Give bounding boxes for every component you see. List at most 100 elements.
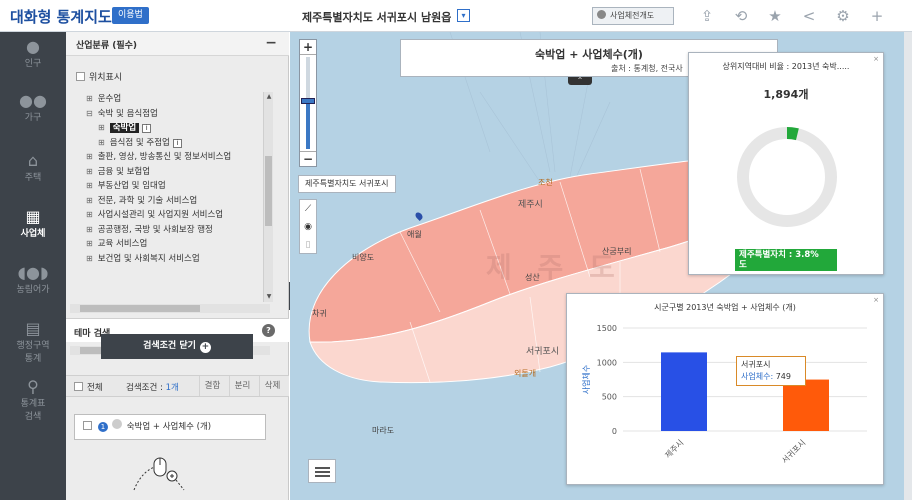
chart-tooltip: 서귀포시 사업체수: 749 <box>736 356 806 386</box>
tree-item[interactable]: ⊞ 보건업 및 사회복지 서비스업 <box>86 252 266 267</box>
checkbox-icon[interactable] <box>74 382 83 391</box>
tree-item[interactable]: ⊞ 전문, 과학 및 기술 서비스업 <box>86 194 266 209</box>
x-tick-label: 서귀포시 <box>780 437 808 465</box>
combine-button[interactable]: 결합 <box>199 376 225 396</box>
condition-item[interactable]: 1 숙박업 + 사업체수 (개) <box>74 414 266 440</box>
rail-item-population[interactable]: ● 인구 <box>0 37 66 70</box>
expand-icon[interactable]: ⊞ <box>86 208 95 223</box>
pin-icon[interactable]: ◉ <box>300 218 316 236</box>
map-label-jocheon: 조천 <box>538 178 553 187</box>
right-edge-bar <box>904 32 912 500</box>
y-axis-label: 사업체수 <box>581 365 591 394</box>
tree-hscrollbar[interactable] <box>70 304 270 313</box>
expand-icon[interactable]: ⊞ <box>86 237 95 252</box>
expand-icon[interactable]: ⊞ <box>86 165 95 180</box>
rail-item-farm[interactable]: ◖●◗ 농림어가 <box>0 263 66 296</box>
info-source: 출처 : 통계청, 전국사 <box>611 64 683 73</box>
map-type-button[interactable]: 사업체전개도 <box>592 7 674 25</box>
zoom-handle[interactable] <box>301 98 315 104</box>
left-rail: ● 인구 ●● 가구 ⌂ 주택 ▦ 사업체 ◖●◗ 농림어가 ▤ 행정구역 통계 ⚲ 통계표 검색 <box>0 32 66 500</box>
expand-icon[interactable]: ⊞ <box>98 136 107 151</box>
building-icon: ▦ <box>25 207 41 226</box>
rail-item-housing[interactable]: ⌂ 주택 <box>0 151 66 184</box>
expand-icon[interactable]: ⊞ <box>86 194 95 209</box>
app-logo[interactable]: 대화형 통계지도 <box>10 6 112 27</box>
expand-icon[interactable]: ⊞ <box>98 121 107 136</box>
tree-scrollbar[interactable]: ▲ ▼ <box>263 92 273 302</box>
person-icon: ● <box>26 37 40 56</box>
rail-item-table-search[interactable]: ⚲ 통계표 검색 <box>0 377 66 423</box>
location-label: 제주특별자치도 서귀포시 <box>298 175 396 193</box>
expand-icon[interactable]: ⊞ <box>86 223 95 238</box>
zoom-in-button[interactable]: + <box>300 40 316 55</box>
rail-item-household[interactable]: ●● 가구 <box>0 92 66 124</box>
plus-circle-icon: + <box>199 342 211 353</box>
position-checkbox[interactable]: 위치표시 <box>76 70 122 83</box>
map-label-seongsan: 성산 <box>525 273 540 282</box>
rail-item-business[interactable]: ▦ 사업체 <box>0 207 66 240</box>
info-toggle-button[interactable]: ^ <box>568 77 592 85</box>
info-icon[interactable]: i <box>142 124 152 133</box>
pig-icon: ◖●◗ <box>17 263 49 282</box>
bar <box>783 379 829 431</box>
checkbox-icon[interactable] <box>76 72 85 81</box>
y-tick-label: 1500 <box>597 324 617 333</box>
trash-icon[interactable]: ▯ <box>300 236 316 254</box>
house-icon: ⌂ <box>27 151 39 170</box>
select-all-checkbox[interactable]: 전체 <box>74 381 103 393</box>
split-button[interactable]: 분리 <box>229 376 255 396</box>
scroll-thumb[interactable] <box>265 156 272 226</box>
tree-item[interactable]: ⊞ 출판, 영상, 방송통신 및 정보서비스업 <box>86 150 266 165</box>
scroll-down-icon[interactable]: ▼ <box>264 292 274 302</box>
tree-item[interactable]: ⊞ 음식점 및 주점업 i <box>86 136 266 151</box>
ratio-badge: 제주특별자치 : 3.8% 도 <box>735 249 837 271</box>
usage-guide-button[interactable]: 이용법 <box>112 7 149 24</box>
checkbox-icon[interactable] <box>83 421 92 430</box>
tree-item[interactable]: ⊞ 공공행정, 국방 및 사회보장 행정 <box>86 223 266 238</box>
zoom-out-button[interactable]: − <box>300 151 316 166</box>
header: 대화형 통계지도 이용법 제주특별자치도 서귀포시 남원읍 ▾ 사업체전개도 ⇪… <box>0 0 912 32</box>
tree-item-selected[interactable]: ⊞ 숙박업 i <box>86 121 266 136</box>
map-label-chagwi: 차귀 <box>312 309 327 318</box>
search-icon: ⚲ <box>27 377 39 396</box>
scroll-up-icon[interactable]: ▲ <box>264 92 274 102</box>
map-menu-button[interactable] <box>308 459 336 483</box>
map-label-marado: 마라도 <box>372 426 395 435</box>
rail-item-admin-stats[interactable]: ▤ 행정구역 통계 <box>0 320 66 365</box>
map-tools: ⟋ ◉ ▯ <box>299 199 317 254</box>
map-label-jeju-city: 제주시 <box>518 200 543 210</box>
tree-item[interactable]: ⊞ 금융 및 보험업 <box>86 165 266 180</box>
help-icon[interactable]: ? <box>262 324 275 337</box>
condition-toggle-icon[interactable] <box>112 419 122 429</box>
region-dropdown-icon[interactable]: ▾ <box>457 9 470 22</box>
bar <box>661 352 707 431</box>
search-close-button[interactable]: 검색조건 닫기 + <box>101 334 253 359</box>
info-icon[interactable]: i <box>172 138 182 148</box>
share-icon[interactable]: < <box>792 0 826 32</box>
measure-icon[interactable]: ⟋ <box>300 200 316 218</box>
tree-item[interactable]: ⊞ 부동산업 및 임대업 <box>86 179 266 194</box>
bar-chart-popup: × 시군구별 2013년 숙박업 + 사업체수 (개) 0 500 1000 1500… <box>566 293 884 485</box>
star-icon[interactable]: ★ <box>758 0 792 32</box>
scroll-thumb[interactable] <box>80 305 200 312</box>
condition-number-badge: 1 <box>98 422 108 432</box>
expand-icon[interactable]: ⊞ <box>86 150 95 165</box>
expand-icon[interactable]: ⊞ <box>86 179 95 194</box>
tree-item[interactable]: ⊞ 교육 서비스업 <box>86 237 266 252</box>
menu-bar <box>315 475 330 477</box>
donut-track <box>737 127 837 227</box>
delete-button[interactable]: 삭제 <box>259 376 285 396</box>
gear-icon[interactable]: ⚙ <box>826 0 860 32</box>
plus-icon[interactable]: + <box>860 0 894 32</box>
expand-icon[interactable]: ⊞ <box>86 92 95 107</box>
zoom-control: + − <box>299 39 317 167</box>
collapse-icon[interactable]: ⊟ <box>86 107 95 122</box>
tree-item[interactable]: ⊟ 숙박 및 음식점업 <box>86 107 266 122</box>
tree-item[interactable]: ⊞ 운수업 <box>86 92 266 107</box>
minimize-icon[interactable]: − <box>265 35 277 51</box>
refresh-icon[interactable]: ⟲ <box>724 0 758 32</box>
upload-icon[interactable]: ⇪ <box>690 0 724 32</box>
expand-icon[interactable]: ⊞ <box>86 252 95 267</box>
tree-item[interactable]: ⊞ 사업시설관리 및 사업지원 서비스업 <box>86 208 266 223</box>
bar-chart: 0 500 1000 1500 사업체수제주시 서귀포시 <box>581 324 867 465</box>
